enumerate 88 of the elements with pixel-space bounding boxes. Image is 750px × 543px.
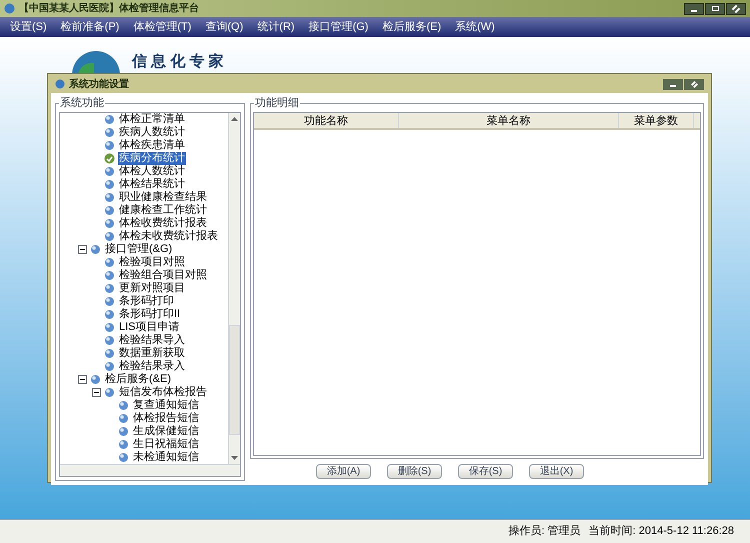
node-icon: [104, 335, 115, 346]
tree-item[interactable]: 条形码打印: [118, 295, 175, 308]
node-icon: [104, 179, 115, 190]
node-icon: [104, 192, 115, 203]
restore-button[interactable]: [705, 2, 725, 14]
vertical-scrollbar[interactable]: [228, 113, 240, 464]
menu-item[interactable]: 检后服务(E): [382, 18, 442, 36]
tree-item[interactable]: 检验组合项目对照: [118, 269, 208, 282]
menu-item[interactable]: 接口管理(G): [308, 18, 368, 36]
group-label: 系统功能: [59, 97, 105, 109]
current-time: 当前时间: 2014-5-12 11:26:28: [588, 524, 734, 540]
node-icon: [104, 270, 115, 281]
node-icon: [104, 387, 115, 398]
tree-item[interactable]: 条形码打印II: [118, 308, 182, 321]
tree-item[interactable]: 健康检查工作统计: [118, 204, 208, 217]
close-button[interactable]: [684, 78, 704, 90]
tree-item[interactable]: 体检正常清单: [118, 113, 186, 126]
tree-item[interactable]: 复查通知短信: [132, 399, 200, 412]
group-label: 功能明细: [254, 97, 300, 109]
tree-item[interactable]: 更新对照项目: [118, 282, 186, 295]
dialog-button[interactable]: 添加(A): [316, 464, 371, 479]
collapse-toggle[interactable]: [78, 245, 87, 254]
node-icon: [104, 114, 115, 125]
menu-item[interactable]: 查询(Q): [205, 18, 244, 36]
tree-item[interactable]: 检验项目对照: [118, 256, 186, 269]
tree-item[interactable]: 检验结果导入: [118, 334, 186, 347]
collapse-toggle[interactable]: [78, 375, 87, 384]
dialog-button[interactable]: 保存(S): [458, 464, 513, 479]
column-header[interactable]: 功能名称: [254, 113, 399, 128]
tree-item[interactable]: 体检结果统计: [118, 178, 186, 191]
tree-item[interactable]: 生日祝福短信: [132, 438, 200, 451]
tree-item[interactable]: 数据重新获取: [118, 347, 186, 360]
close-button[interactable]: [726, 2, 746, 14]
node-icon: [104, 205, 115, 216]
check-icon: [104, 153, 115, 164]
dialog-icon: [55, 79, 65, 89]
node-icon: [104, 348, 115, 359]
node-icon: [90, 374, 101, 385]
dialog-button[interactable]: 删除(S): [387, 464, 442, 479]
collapse-toggle[interactable]: [92, 388, 101, 397]
node-icon: [118, 413, 129, 424]
tree-item[interactable]: 短信发布体检报告: [118, 386, 208, 399]
node-icon: [104, 309, 115, 320]
node-icon: [90, 244, 101, 255]
tree-item[interactable]: 检后服务(&E): [104, 373, 172, 386]
node-icon: [104, 283, 115, 294]
menu-item[interactable]: 统计(R): [257, 18, 295, 36]
tree-item[interactable]: 检验结果录入: [118, 360, 186, 373]
node-icon: [104, 257, 115, 268]
column-header[interactable]: 菜单参数: [619, 113, 694, 128]
dialog-title: 系统功能设置: [69, 78, 129, 92]
node-icon: [104, 322, 115, 333]
menu-item[interactable]: 系统(W): [455, 18, 495, 36]
node-icon: [118, 400, 129, 411]
tree-item[interactable]: 体检疾患清单: [118, 139, 186, 152]
app-icon: [4, 3, 15, 14]
tree-item[interactable]: 生成保健短信: [132, 425, 200, 438]
minimize-button[interactable]: [663, 78, 683, 90]
tree-item[interactable]: 未检通知短信: [132, 451, 200, 464]
node-icon: [104, 127, 115, 138]
column-header[interactable]: 菜单名称: [399, 113, 619, 128]
slogan: 信 息 化 专 家: [132, 52, 224, 72]
tree-item[interactable]: 职业健康检查结果: [118, 191, 208, 204]
menu-item[interactable]: 设置(S): [10, 18, 47, 36]
node-icon: [118, 452, 129, 463]
tree-item[interactable]: 疾病分布统计: [118, 152, 186, 165]
node-icon: [118, 426, 129, 437]
window-title: 【中国某某人民医院】体检管理信息平台: [19, 2, 199, 16]
node-icon: [104, 218, 115, 229]
dialog-button[interactable]: 退出(X): [529, 464, 584, 479]
menu-item[interactable]: 体检管理(T): [133, 18, 192, 36]
node-icon: [104, 231, 115, 242]
node-icon: [104, 166, 115, 177]
node-icon: [104, 296, 115, 307]
tree-item[interactable]: 疾病人数统计: [118, 126, 186, 139]
tree-item[interactable]: 体检报告短信: [132, 412, 200, 425]
minimize-button[interactable]: [684, 2, 704, 14]
horizontal-scrollbar[interactable]: [60, 464, 240, 476]
node-icon: [104, 140, 115, 151]
tree-item[interactable]: LIS项目申请: [118, 321, 181, 334]
tree-item[interactable]: 接口管理(&G): [104, 243, 174, 256]
tree-item[interactable]: 体检未收费统计报表: [118, 230, 219, 243]
node-icon: [104, 361, 115, 372]
tree-item[interactable]: 体检人数统计: [118, 165, 186, 178]
operator-label: 操作员: 管理员: [508, 524, 581, 540]
node-icon: [118, 439, 129, 450]
tree-item[interactable]: 体检收费统计报表: [118, 217, 208, 230]
menu-item[interactable]: 检前准备(P): [60, 18, 120, 36]
